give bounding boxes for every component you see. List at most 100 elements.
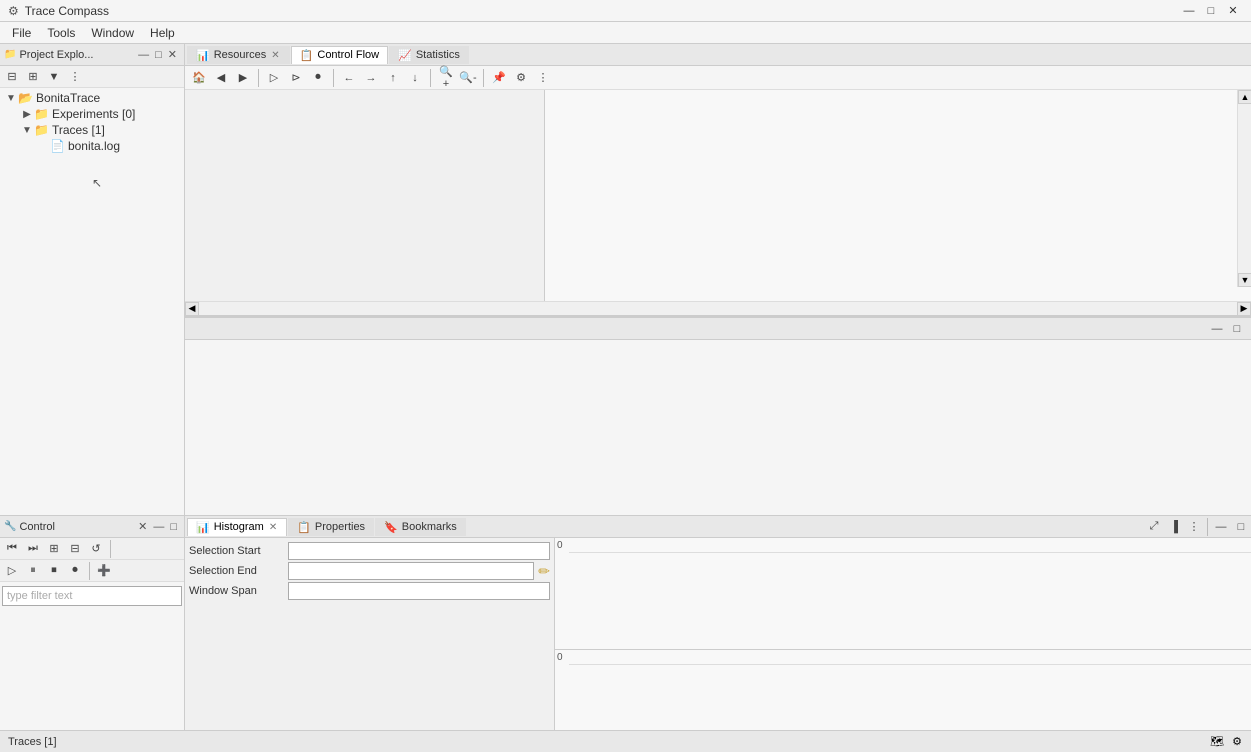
tab-histogram[interactable]: 📊 Histogram ✕ <box>187 518 287 536</box>
control-flow-tab-icon: 📋 <box>300 49 314 62</box>
filter-button[interactable]: ▼ <box>44 68 64 86</box>
control-toolbar: ⏮ ⏭ ⊞ ⊟ ↺ <box>0 538 184 560</box>
cursor-down-button[interactable]: ↓ <box>405 69 425 87</box>
more-button[interactable]: ⋮ <box>533 69 553 87</box>
window-span-row: Window Span <box>189 582 550 600</box>
top-chart: 0 <box>555 538 1251 650</box>
expand-all-button[interactable]: ⊞ <box>23 68 43 86</box>
bar-chart-button[interactable]: ▐ <box>1164 518 1184 536</box>
bottom-chart-line <box>569 664 1251 665</box>
selection-start-label: Selection Start <box>189 545 284 557</box>
cursor-right-button[interactable]: → <box>361 69 381 87</box>
zoom-in-button[interactable]: 🔍+ <box>436 69 456 87</box>
title-bar: ⚙ Trace Compass — □ ✕ <box>0 0 1251 22</box>
sidebar-minimize-button[interactable]: — <box>135 48 152 62</box>
tab-resources-close[interactable]: ✕ <box>270 50 280 61</box>
statistics-tab-icon: 📈 <box>398 49 412 62</box>
menu-file[interactable]: File <box>4 24 39 42</box>
scroll-up-button[interactable]: ▲ <box>1238 90 1251 104</box>
sidebar-maximize-button[interactable]: □ <box>152 48 165 62</box>
record-ctrl-button[interactable]: ⏺ <box>65 562 85 580</box>
tab-statistics[interactable]: 📈 Statistics <box>389 46 469 64</box>
bottom-area: 🔧 Control ✕ — □ ⏮ ⏭ ⊞ ⊟ ↺ ▷ ⏸ ⏹ ⏺ ➕ <box>0 515 1251 730</box>
step-forward-button[interactable]: ⏭ <box>23 540 43 558</box>
play-button[interactable]: ▷ <box>264 69 284 87</box>
tree-item-experiments[interactable]: ▶ 📁 Experiments [0] <box>0 106 184 122</box>
histogram-tab-icon: 📊 <box>196 521 210 534</box>
menu-tools[interactable]: Tools <box>39 24 83 42</box>
hist-maximize-button[interactable]: □ <box>1231 518 1251 536</box>
hist-minimize-button[interactable]: — <box>1211 518 1231 536</box>
pencil-icon[interactable]: ✏ <box>538 563 550 580</box>
status-navigate-button[interactable]: 🗺 <box>1207 733 1227 751</box>
close-button[interactable]: ✕ <box>1223 3 1243 19</box>
zoom-out-button[interactable]: 🔍- <box>458 69 478 87</box>
refresh-button[interactable]: ↺ <box>86 540 106 558</box>
histogram-more-button[interactable]: ⋮ <box>1184 518 1204 536</box>
scroll-left-button[interactable]: ◀ <box>185 302 199 316</box>
pin-button[interactable]: 📌 <box>489 69 509 87</box>
maximize-button[interactable]: □ <box>1201 3 1221 19</box>
menu-help[interactable]: Help <box>142 24 183 42</box>
ctrl-sep <box>110 540 111 558</box>
play-selected-button[interactable]: ⊳ <box>286 69 306 87</box>
tree-item-traces[interactable]: ▼ 📁 Traces [1] <box>0 122 184 138</box>
settings-button[interactable]: ⚙ <box>511 69 531 87</box>
next-bookmark-button[interactable]: ▶ <box>233 69 253 87</box>
expand-icon: ▼ <box>4 93 18 104</box>
cursor-up-button[interactable]: ↑ <box>383 69 403 87</box>
hide-arrows-button[interactable]: ⤢ <box>1144 518 1164 536</box>
more-options-button[interactable]: ⋮ <box>65 68 85 86</box>
tree-item-bonitratrace[interactable]: ▼ 📂 BonitaTrace <box>0 90 184 106</box>
editor-right-pane: ▲ ▼ <box>545 90 1251 301</box>
vertical-scrollbar[interactable]: ▲ ▼ <box>1237 90 1251 287</box>
experiments-icon: 📁 <box>34 107 49 121</box>
record-button[interactable]: ⏺ <box>308 69 328 87</box>
histogram-fields: Selection Start Selection End ✏ Window S… <box>185 538 554 604</box>
control-panel-close[interactable]: ✕ <box>135 519 150 534</box>
control-panel-minimize[interactable]: — <box>150 520 167 534</box>
lower-maximize-button[interactable]: □ <box>1227 320 1247 338</box>
minimize-button[interactable]: — <box>1179 3 1199 19</box>
control-panel-header: 🔧 Control ✕ — □ <box>0 516 184 538</box>
status-traces: Traces [1] <box>4 736 61 748</box>
lower-minimize-button[interactable]: — <box>1207 320 1227 338</box>
tab-properties[interactable]: 📋 Properties <box>288 518 374 536</box>
stop-ctrl-button[interactable]: ⏹ <box>44 562 64 580</box>
prev-bookmark-button[interactable]: ◀ <box>211 69 231 87</box>
tab-resources[interactable]: 📊 Resources ✕ <box>187 46 290 64</box>
window-span-input[interactable] <box>288 582 550 600</box>
tree-item-bonitatrace-log[interactable]: ▶ 📄 bonita.log <box>0 138 184 154</box>
control-panel-maximize[interactable]: □ <box>167 520 180 534</box>
scroll-down-button[interactable]: ▼ <box>1238 273 1251 287</box>
step-back-button[interactable]: ⏮ <box>2 540 22 558</box>
histogram-content: Selection Start Selection End ✏ Window S… <box>185 538 1251 730</box>
scroll-right-button[interactable]: ▶ <box>1237 302 1251 316</box>
tab-bookmarks[interactable]: 🔖 Bookmarks <box>375 518 466 536</box>
control-icon: 🔧 <box>4 521 16 532</box>
tab-control-flow-label: Control Flow <box>317 49 379 61</box>
pause-ctrl-button[interactable]: ⏸ <box>23 562 43 580</box>
tree-label-experiments: Experiments [0] <box>52 107 135 121</box>
menu-window[interactable]: Window <box>83 24 142 42</box>
selection-start-input[interactable] <box>288 542 550 560</box>
cursor-left-button[interactable]: ← <box>339 69 359 87</box>
selection-end-input[interactable] <box>288 562 534 580</box>
play-ctrl-button[interactable]: ▷ <box>2 562 22 580</box>
tab-control-flow[interactable]: 📋 Control Flow <box>291 46 388 64</box>
horizontal-scrollbar: ◀ ▶ <box>185 301 1251 315</box>
sidebar-close-button[interactable]: ✕ <box>165 47 180 62</box>
histogram-panel: 📊 Histogram ✕ 📋 Properties 🔖 Bookmarks ⤢… <box>185 516 1251 730</box>
traces-icon: 📁 <box>34 123 49 137</box>
status-settings-button[interactable]: ⚙ <box>1227 733 1247 751</box>
selection-end-label: Selection End <box>189 565 284 577</box>
expand-button[interactable]: ⊞ <box>44 540 64 558</box>
tab-histogram-close[interactable]: ✕ <box>268 522 278 533</box>
collapse-button[interactable]: ⊟ <box>65 540 85 558</box>
home-button[interactable]: 🏠 <box>189 69 209 87</box>
collapse-all-button[interactable]: ⊟ <box>2 68 22 86</box>
filter-input[interactable] <box>2 586 182 606</box>
control-panel-title: Control <box>19 521 135 533</box>
add-ctrl-button[interactable]: ➕ <box>94 562 114 580</box>
control-toolbar-2: ▷ ⏸ ⏹ ⏺ ➕ <box>0 560 184 582</box>
